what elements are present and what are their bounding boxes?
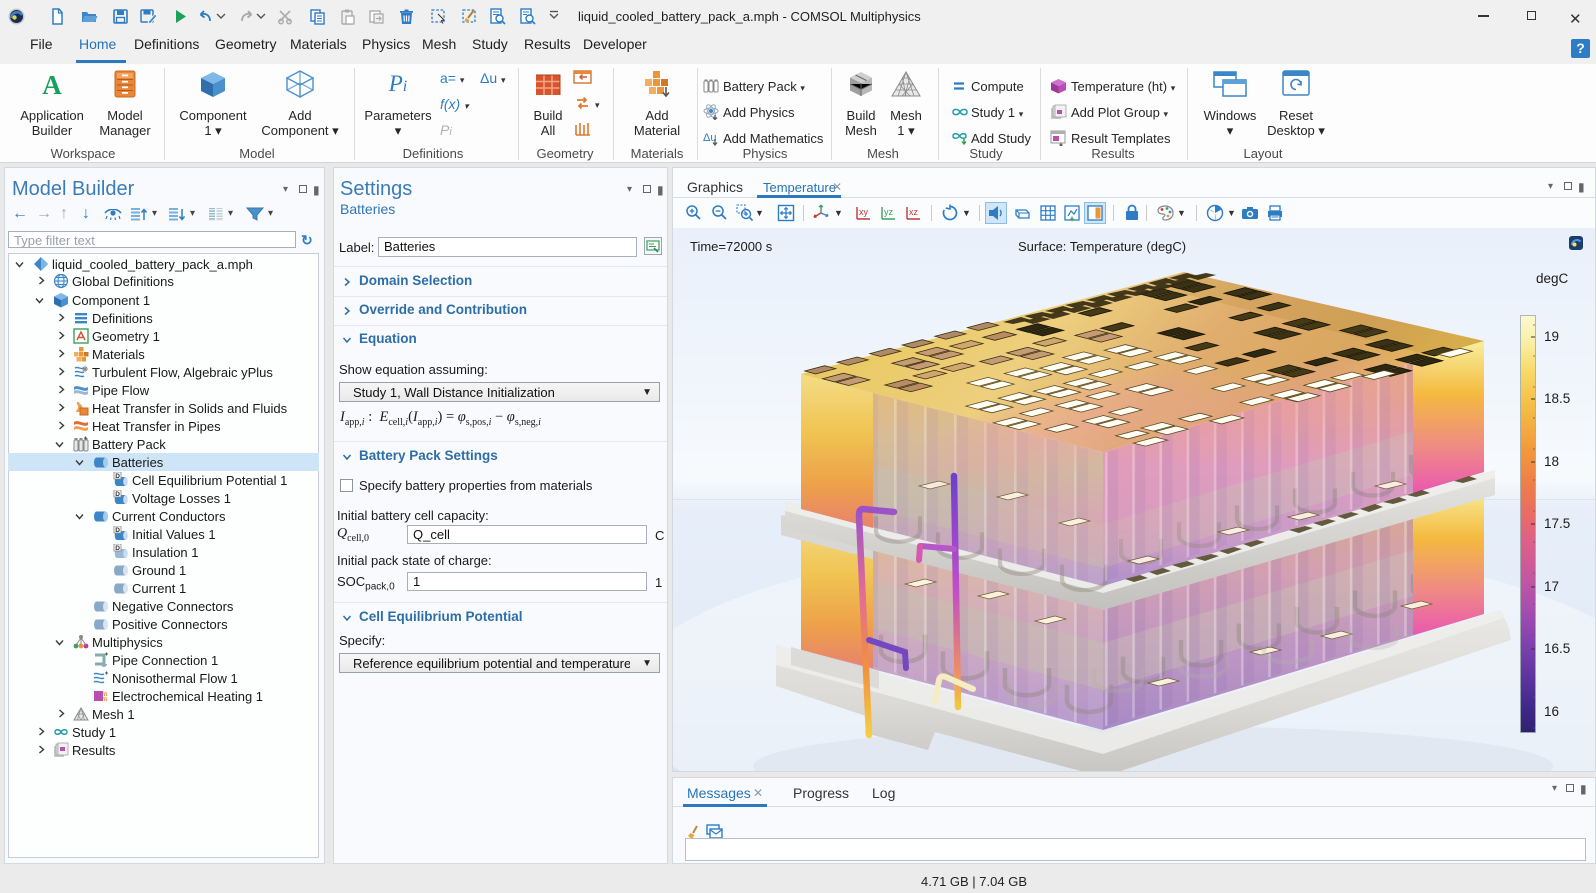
svg-text:D: D xyxy=(115,527,120,534)
svg-text:xz: xz xyxy=(909,207,919,217)
svg-text:D: D xyxy=(115,545,120,552)
svg-text:D: D xyxy=(115,473,120,480)
svg-text:yz: yz xyxy=(884,207,894,217)
svg-text:D: D xyxy=(115,491,120,498)
svg-text:xy: xy xyxy=(859,207,869,217)
